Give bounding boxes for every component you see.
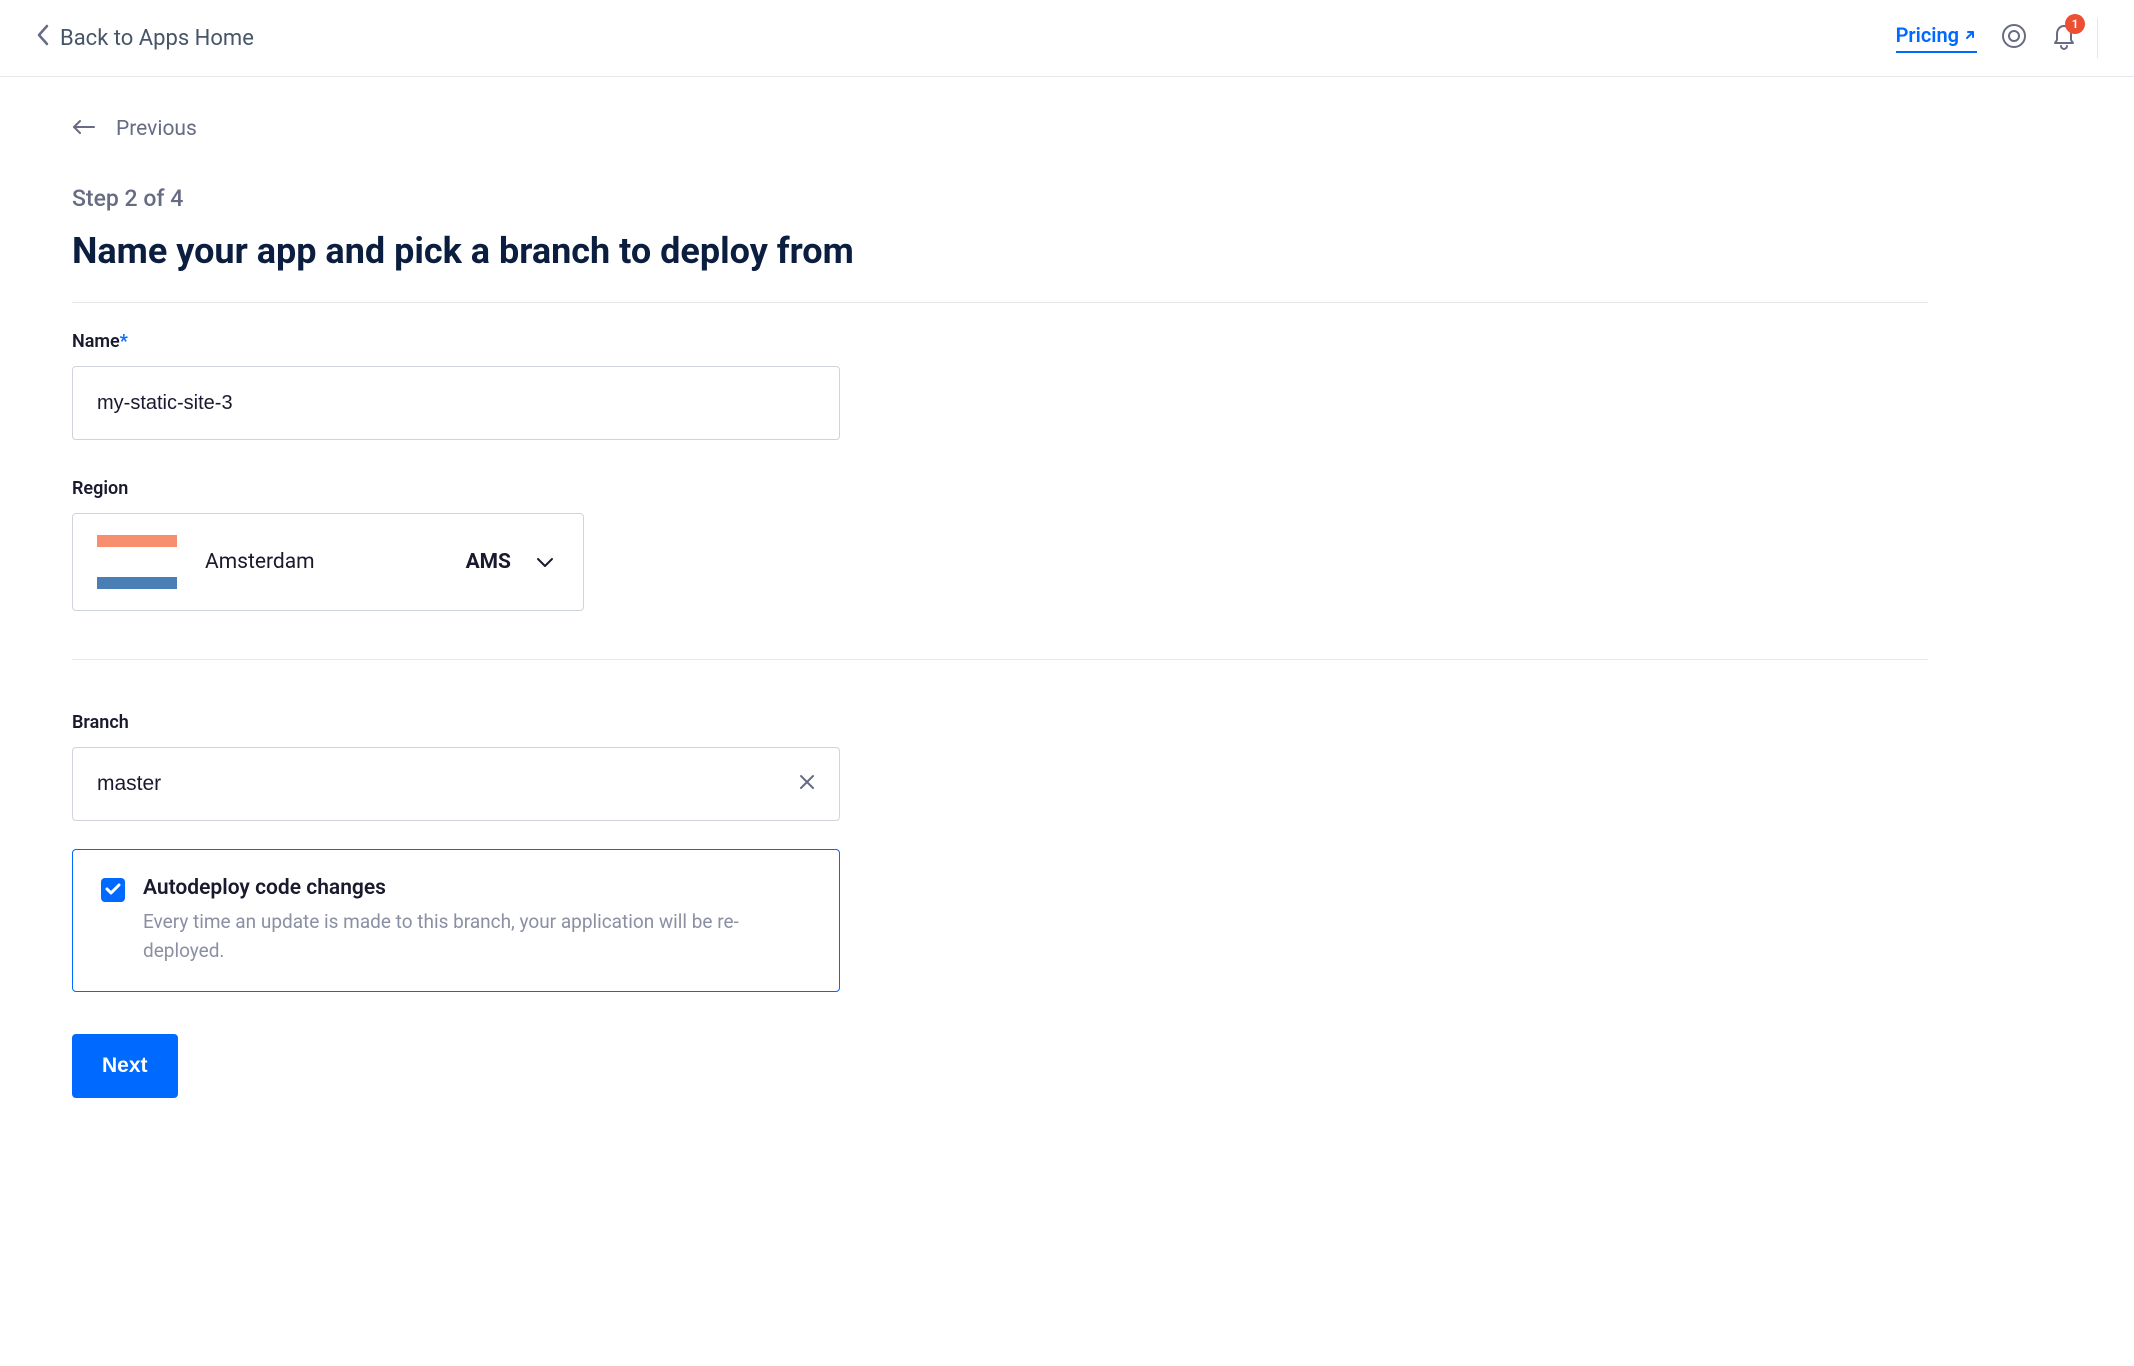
clear-branch-button[interactable] [798,773,816,795]
previous-label: Previous [116,117,197,141]
netherlands-flag-icon [97,535,177,589]
branch-input-wrap [72,747,840,821]
region-select-right: AMS [466,550,555,574]
autodeploy-content: Autodeploy code changes Every time an up… [143,876,811,965]
autodeploy-option[interactable]: Autodeploy code changes Every time an up… [72,849,840,992]
page-heading: Name your app and pick a branch to deplo… [72,230,1928,272]
checkmark-icon [105,881,121,900]
region-select-left: Amsterdam [97,535,315,589]
back-link-label: Back to Apps Home [60,26,254,51]
divider [72,302,1928,303]
pricing-link[interactable]: Pricing [1896,23,1977,53]
external-link-icon [1963,23,1977,47]
autodeploy-title: Autodeploy code changes [143,876,811,900]
previous-link[interactable]: Previous [72,117,1928,141]
divider [72,659,1928,660]
region-name: Amsterdam [205,550,315,574]
back-to-apps-link[interactable]: Back to Apps Home [36,23,254,53]
step-indicator: Step 2 of 4 [72,185,1928,212]
help-button[interactable] [2001,23,2027,53]
arrow-left-icon [72,117,96,141]
branch-input[interactable] [72,747,840,821]
branch-group: Branch [72,712,1928,821]
autodeploy-description: Every time an update is made to this bra… [143,908,811,965]
close-icon [798,773,816,795]
lifebuoy-icon [2001,23,2027,53]
header-right: Pricing 1 [1896,18,2098,58]
next-button[interactable]: Next [72,1034,178,1098]
chevron-down-icon [535,553,555,572]
content: Previous Step 2 of 4 Name your app and p… [0,77,2000,1138]
name-input[interactable] [72,366,840,440]
autodeploy-checkbox[interactable] [101,878,125,902]
pricing-label: Pricing [1896,23,1959,47]
region-select[interactable]: Amsterdam AMS [72,513,584,611]
region-label: Region [72,478,1928,499]
region-code: AMS [466,550,511,574]
notifications-button[interactable]: 1 [2051,22,2077,54]
name-label: Name* [72,331,1928,352]
notification-badge: 1 [2065,14,2085,34]
branch-label: Branch [72,712,1928,733]
header: Back to Apps Home Pricing [0,0,2134,77]
chevron-left-icon [36,23,50,53]
